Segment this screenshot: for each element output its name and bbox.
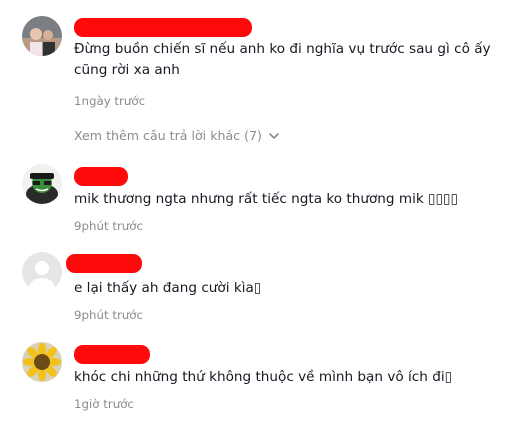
avatar-image [22,164,62,204]
view-more-label: Xem thêm câu trả lời khác (7) [74,128,262,143]
default-avatar-icon [22,252,62,292]
comment-text: Đừng buồn chiến sĩ nếu anh ko đi nghĩa v… [74,41,491,78]
comment-timestamp: 9phút trước [74,219,143,233]
avatar[interactable] [22,16,62,56]
avatar[interactable] [22,342,62,382]
comment-timestamp: 9phút trước [74,308,143,322]
chevron-down-icon [269,132,279,139]
sunflower-avatar-image [22,342,62,382]
redacted-username [74,167,128,186]
comment-timestamp: 1giờ trước [74,397,134,411]
avatar-image [22,16,62,56]
comment-text: mik thương ngta nhưng rất tiếc ngta ko t… [74,191,458,207]
redacted-username [74,18,252,37]
comment-timestamp: 1ngày trước [74,94,146,108]
comment-text: khóc chi những thứ không thuộc về mình b… [74,369,453,385]
comment-text: e lại thấy ah đang cười kìa▯ [74,280,262,296]
redacted-username [66,254,142,273]
avatar[interactable] [22,252,62,292]
view-more-replies-button[interactable]: Xem thêm câu trả lời khác (7) [74,128,280,143]
redacted-username [74,345,150,364]
avatar[interactable] [22,164,62,204]
